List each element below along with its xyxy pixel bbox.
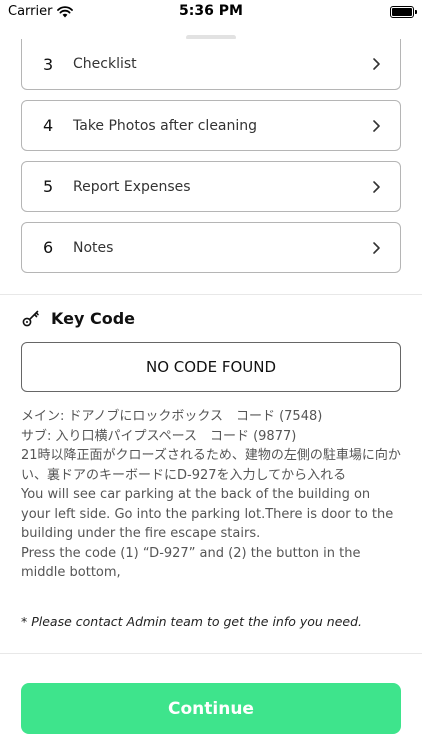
chevron-right-icon [373, 181, 380, 193]
continue-button[interactable]: Continue [21, 683, 401, 734]
instruction-line: Press the code (1) “D-927” and (2) the b… [21, 545, 361, 581]
instruction-line: サブ: 入り口横パイプスペース コード (9877) [21, 428, 297, 444]
key-icon [22, 310, 39, 327]
access-instructions: メイン: ドアノブにロックボックス コード (7548) サブ: 入り口横パイプ… [21, 407, 403, 583]
instruction-line: 21時以降正面がクローズされるため、建物の左側の駐車場に向かい、裏ドアのキーボー… [21, 448, 401, 483]
key-code-value: NO CODE FOUND [21, 342, 401, 392]
step-notes[interactable]: 6 Notes [21, 222, 401, 273]
step-label: Take Photos after cleaning [73, 117, 258, 134]
instruction-line: You will see car parking at the back of … [21, 487, 394, 541]
step-number: 6 [43, 238, 54, 257]
chevron-right-icon [373, 242, 380, 254]
step-label: Notes [73, 239, 114, 256]
step-take-photos[interactable]: 4 Take Photos after cleaning [21, 100, 401, 151]
section-divider [0, 294, 422, 295]
step-number: 5 [43, 177, 54, 196]
step-number: 3 [43, 54, 54, 74]
admin-note: * Please contact Admin team to get the i… [21, 614, 363, 629]
step-number: 4 [43, 116, 54, 135]
key-code-title: Key Code [51, 308, 136, 328]
footer-divider [0, 653, 422, 654]
step-label: Checklist [73, 56, 137, 72]
step-label: Report Expenses [73, 178, 191, 195]
key-code-header: Key Code [21, 308, 135, 328]
clock: 5:36 PM [179, 3, 243, 19]
instruction-line: メイン: ドアノブにロックボックス コード (7548) [21, 409, 323, 424]
step-checklist[interactable]: 3 Checklist [21, 39, 401, 90]
battery-icon [390, 6, 417, 18]
status-bar: Carrier 5:36 PM [0, 0, 422, 24]
chevron-right-icon [373, 120, 380, 132]
step-report-expenses[interactable]: 5 Report Expenses [21, 161, 401, 212]
chevron-right-icon [373, 58, 380, 70]
